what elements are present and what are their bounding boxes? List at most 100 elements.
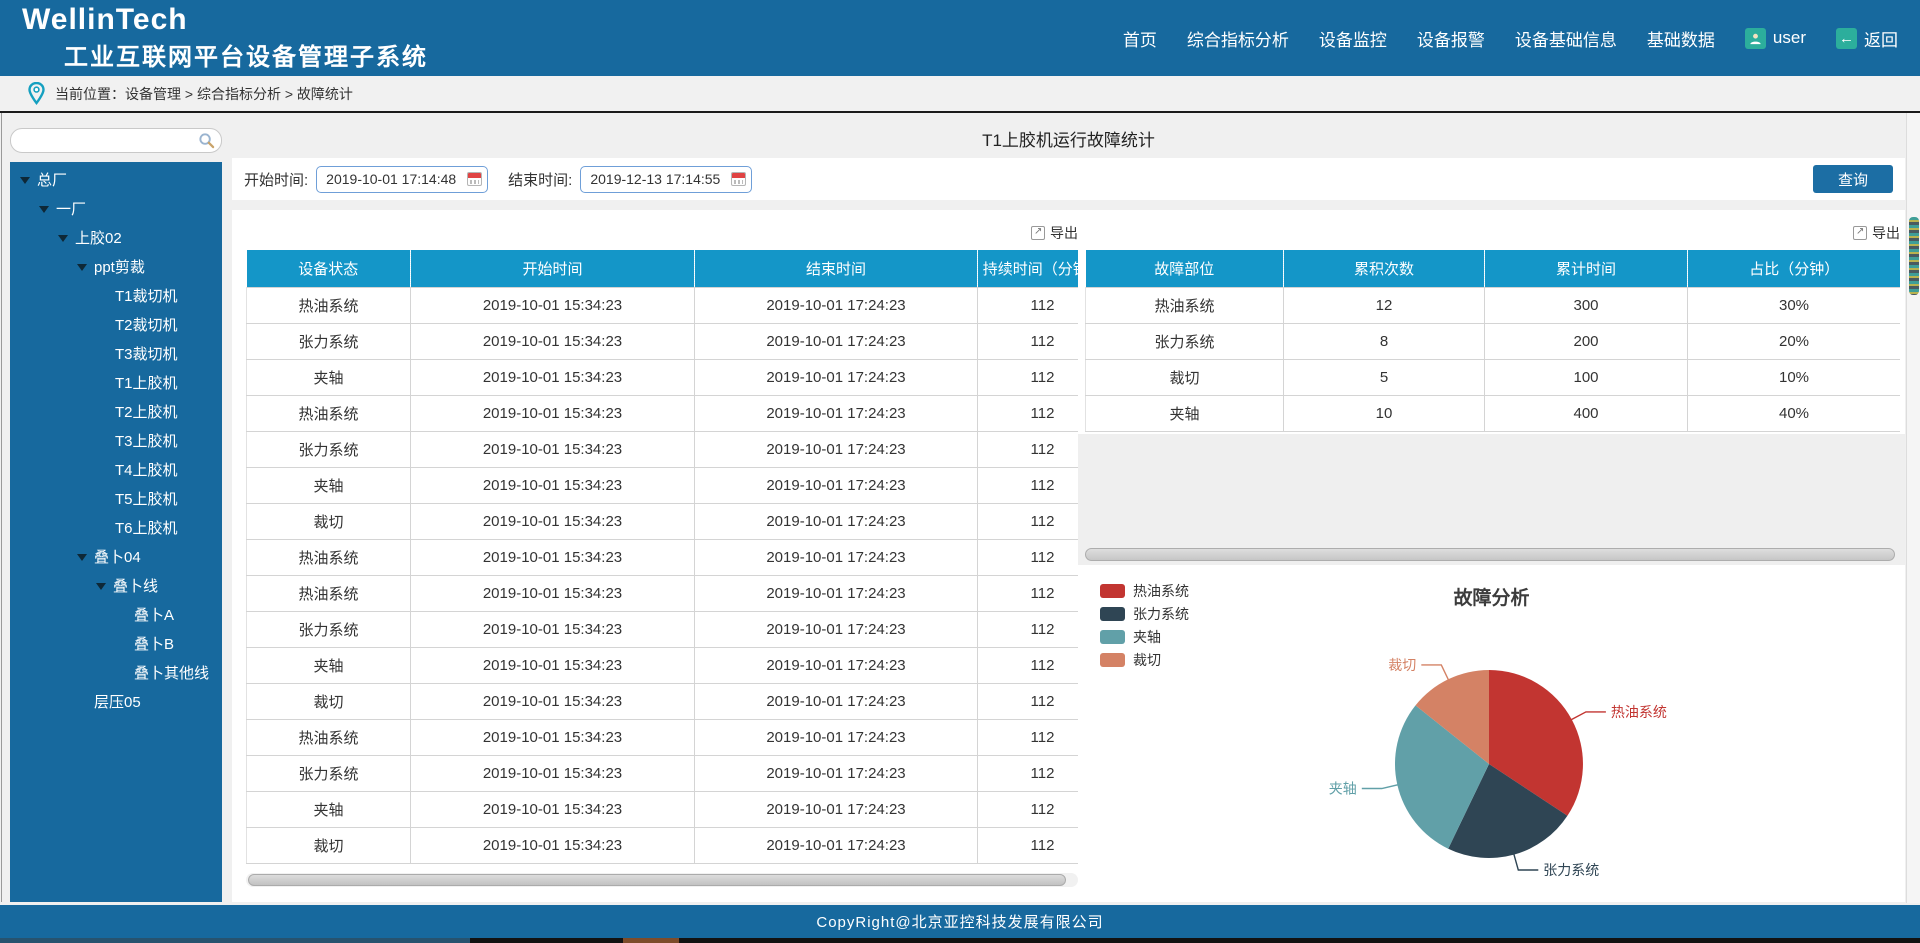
pie-label: 张力系统 (1543, 862, 1599, 878)
column-header: 开始时间 (411, 250, 695, 287)
device-tree: 总厂一厂上胶02ppt剪裁T1裁切机T2裁切机 T3裁切机 T1上胶机 T2上胶机 T3… (10, 165, 222, 716)
calendar-icon[interactable] (467, 172, 482, 186)
nav-item[interactable]: 综合指标分析 (1187, 26, 1289, 51)
tree-item[interactable]: T3上胶机 (10, 426, 222, 455)
pie-label-line (1571, 712, 1606, 720)
nav-item[interactable]: 首页 (1123, 26, 1157, 51)
table-cell: 2019-10-01 15:34:23 (411, 791, 695, 827)
nav-item[interactable]: 设备监控 (1319, 26, 1387, 51)
tree-caret-icon[interactable] (96, 583, 106, 595)
calendar-icon[interactable] (731, 172, 746, 186)
table-row: 夹轴1040040% (1086, 395, 1901, 431)
table-row: 张力系统2019-10-01 15:34:232019-10-01 17:24:… (247, 323, 1079, 359)
fault-pie-chart: 热油系统张力系统夹轴裁切 (1078, 565, 1905, 902)
tree-item[interactable]: 一厂 (10, 194, 222, 223)
back-button[interactable]: ← 返回 (1836, 26, 1898, 51)
tree-item[interactable]: 叠卜A (10, 600, 222, 629)
tree-caret-icon[interactable] (77, 554, 87, 566)
table-row: 张力系统820020% (1086, 323, 1901, 359)
table-cell: 112 (978, 647, 1079, 683)
table-cell: 热油系统 (247, 395, 411, 431)
table-cell: 2019-10-01 17:24:23 (695, 395, 978, 431)
taskbar-segment (623, 938, 679, 943)
table-row: 热油系统2019-10-01 15:34:232019-10-01 17:24:… (247, 719, 1079, 755)
tree-item[interactable]: 上胶02 (10, 223, 222, 252)
table-cell: 夹轴 (247, 467, 411, 503)
user-menu[interactable]: user (1745, 28, 1806, 49)
table-cell: 2019-10-01 15:34:23 (411, 431, 695, 467)
tree-item[interactable]: T2上胶机 (10, 397, 222, 426)
nav-item[interactable]: 设备报警 (1417, 26, 1485, 51)
table-row: 裁切510010% (1086, 359, 1901, 395)
nav-item[interactable]: 设备基础信息 (1515, 26, 1617, 51)
tree-item[interactable]: 叠卜其他线 (10, 658, 222, 687)
table-cell: 300 (1485, 287, 1688, 323)
copyright-text: CopyRight@北京亚控科技发展有限公司 (816, 911, 1103, 932)
tree-item-label: 层压05 (94, 691, 141, 712)
tree-item[interactable]: 层压05 (10, 687, 222, 716)
export-fault-button[interactable]: 导出 (1085, 222, 1900, 244)
table-row: 裁切2019-10-01 15:34:232019-10-01 17:24:23… (247, 503, 1079, 539)
user-icon (1745, 28, 1766, 49)
table-cell: 热油系统 (247, 539, 411, 575)
tree-item-label: T6上胶机 (115, 517, 178, 538)
tree-item[interactable]: ppt剪裁 (10, 252, 222, 281)
page-vscrollbar-thumb[interactable] (1909, 217, 1919, 295)
tree-caret-icon[interactable] (39, 206, 49, 218)
fault-table-hscrollbar-thumb[interactable] (1085, 548, 1895, 561)
table-cell: 112 (978, 611, 1079, 647)
table-cell: 112 (978, 755, 1079, 791)
nav-items: 首页 综合指标分析 设备监控 设备报警 设备基础信息 基础数据 (1123, 26, 1715, 51)
nav-item[interactable]: 基础数据 (1647, 26, 1715, 51)
table-cell: 40% (1688, 395, 1901, 431)
tree-item[interactable]: T4上胶机 (10, 455, 222, 484)
table-cell: 112 (978, 539, 1079, 575)
tree-search-input[interactable] (10, 128, 222, 153)
search-icon[interactable] (198, 132, 215, 149)
tree-item[interactable]: 叠卜04 (10, 542, 222, 571)
table-row: 热油系统1230030% (1086, 287, 1901, 323)
table-cell: 112 (978, 575, 1079, 611)
app-window: WellinTech 工业互联网平台设备管理子系统 首页综合指标分析设备监控设备… (0, 0, 1920, 943)
end-time-input[interactable] (580, 166, 752, 193)
table-cell: 热油系统 (247, 719, 411, 755)
tree-item[interactable]: 叠卜B (10, 629, 222, 658)
tree-item[interactable]: T3裁切机 (10, 339, 222, 368)
start-time-field (316, 166, 488, 193)
table-row: 裁切2019-10-01 15:34:232019-10-01 17:24:23… (247, 827, 1079, 863)
tree-item-label: 总厂 (37, 169, 67, 190)
export-label: 导出 (1050, 223, 1078, 243)
table-cell: 400 (1485, 395, 1688, 431)
export-status-button[interactable]: 导出 (246, 222, 1078, 244)
tree-item[interactable]: 叠卜线 (10, 571, 222, 600)
table-cell: 2019-10-01 15:34:23 (411, 611, 695, 647)
tree-item-label: 叠卜B (134, 633, 174, 654)
table-row: 夹轴2019-10-01 15:34:232019-10-01 17:24:23… (247, 647, 1079, 683)
query-button[interactable]: 查询 (1813, 165, 1893, 193)
table-cell: 2019-10-01 17:24:23 (695, 719, 978, 755)
table-cell: 2019-10-01 15:34:23 (411, 647, 695, 683)
tree-item-label: T3裁切机 (115, 343, 178, 364)
table-cell: 2019-10-01 17:24:23 (695, 755, 978, 791)
column-header: 累积次数 (1284, 250, 1485, 287)
tree-caret-icon[interactable] (58, 235, 68, 247)
status-table-hscrollbar (246, 873, 1078, 887)
table-cell: 112 (978, 467, 1079, 503)
table-row: 夹轴2019-10-01 15:34:232019-10-01 17:24:23… (247, 467, 1079, 503)
tree-item[interactable]: T6上胶机 (10, 513, 222, 542)
status-table-header-row: 设备状态开始时间结束时间持续时间（分钟） (247, 250, 1079, 287)
tree-item-label: T2上胶机 (115, 401, 178, 422)
table-cell: 10 (1284, 395, 1485, 431)
tree-item[interactable]: T5上胶机 (10, 484, 222, 513)
tree-item[interactable]: T1裁切机 (10, 281, 222, 310)
column-header: 累计时间 (1485, 250, 1688, 287)
start-time-input[interactable] (316, 166, 488, 193)
tree-item[interactable]: T2裁切机 (10, 310, 222, 339)
content-card: 导出 导出 设备状态开始时间结束时间持续时间（分钟） 热油系统2019-10-0… (232, 210, 1905, 902)
tree-item[interactable]: T1上胶机 (10, 368, 222, 397)
hscrollbar-thumb[interactable] (248, 874, 1066, 886)
tree-caret-icon[interactable] (20, 177, 30, 189)
tree-item-label: 叠卜其他线 (134, 662, 209, 683)
tree-caret-icon[interactable] (77, 264, 87, 276)
tree-item[interactable]: 总厂 (10, 165, 222, 194)
